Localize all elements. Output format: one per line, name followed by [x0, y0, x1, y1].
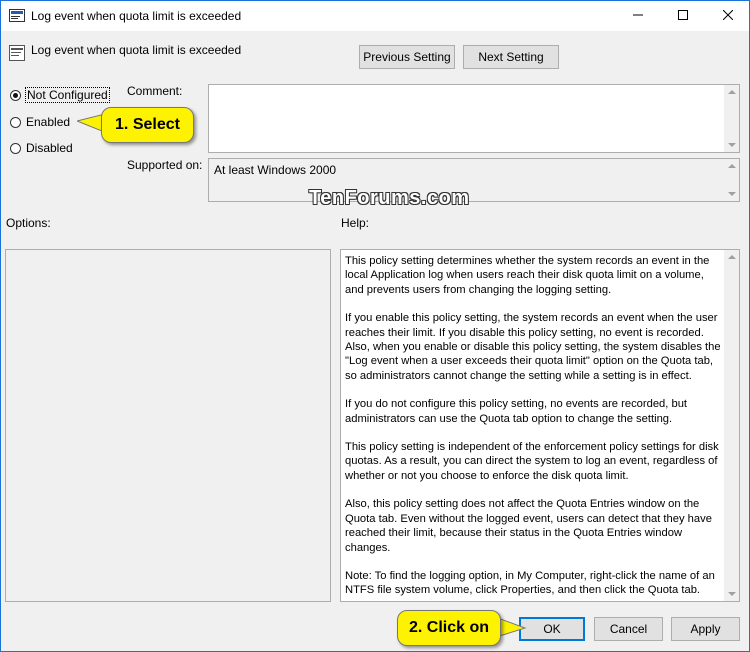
- scroll-up-icon: [728, 255, 736, 259]
- cancel-label: Cancel: [609, 622, 648, 636]
- maximize-button[interactable]: [660, 1, 705, 31]
- window-title: Log event when quota limit is exceeded: [31, 9, 242, 23]
- previous-setting-label: Previous Setting: [363, 50, 451, 64]
- help-label: Help:: [341, 216, 370, 230]
- minimize-button[interactable]: [615, 1, 660, 31]
- options-panel: [5, 249, 331, 602]
- radio-button[interactable]: [10, 142, 21, 154]
- radio-label: Enabled: [26, 115, 71, 129]
- policy-icon: [9, 9, 25, 23]
- watermark: TenForums.com: [309, 187, 470, 209]
- radio-not-configured[interactable]: Not Configured: [10, 87, 110, 103]
- radio-label: Not Configured: [25, 87, 110, 103]
- policy-icon: [9, 45, 25, 61]
- radio-label: Disabled: [26, 141, 73, 155]
- apply-label: Apply: [690, 622, 721, 636]
- help-paragraph: Also, this policy setting does not affec…: [345, 498, 712, 554]
- cancel-button[interactable]: Cancel: [594, 617, 663, 641]
- help-paragraph: If you do not configure this policy sett…: [345, 398, 688, 425]
- close-icon: [722, 9, 733, 23]
- supported-on-field: At least Windows 2000: [208, 158, 740, 202]
- scroll-down-icon: [728, 143, 736, 147]
- help-paragraph: This policy setting determines whether t…: [345, 255, 710, 296]
- help-panel[interactable]: This policy setting determines whether t…: [340, 249, 740, 602]
- ok-label: OK: [543, 622, 561, 636]
- click-callout: 2. Click on: [397, 610, 501, 646]
- close-button[interactable]: [705, 1, 750, 31]
- supported-on-scrollbar[interactable]: [724, 159, 739, 201]
- scroll-down-icon: [728, 592, 736, 596]
- comment-scrollbar[interactable]: [724, 85, 739, 152]
- help-paragraph: This policy setting is independent of th…: [345, 441, 719, 482]
- radio-button[interactable]: [10, 116, 21, 128]
- scroll-down-icon: [728, 192, 736, 196]
- radio-disabled[interactable]: Disabled: [10, 141, 73, 155]
- radio-button[interactable]: [10, 89, 21, 101]
- policy-dialog-window: Log event when quota limit is exceeded L…: [0, 0, 750, 652]
- comment-label: Comment:: [127, 84, 183, 98]
- next-setting-label: Next Setting: [478, 50, 544, 64]
- options-label: Options:: [6, 216, 51, 230]
- title-bar: Log event when quota limit is exceeded: [1, 1, 749, 31]
- next-setting-button[interactable]: Next Setting: [463, 45, 559, 69]
- help-scrollbar[interactable]: [724, 250, 739, 601]
- help-paragraph: Note: To find the logging option, in My …: [345, 569, 715, 597]
- minimize-icon: [632, 9, 643, 23]
- supported-on-label: Supported on:: [127, 158, 203, 172]
- help-text: This policy setting determines whether t…: [341, 250, 739, 598]
- supported-on-value: At least Windows 2000: [214, 163, 337, 177]
- ok-button[interactable]: OK: [519, 617, 585, 641]
- comment-input[interactable]: [208, 84, 740, 153]
- previous-setting-button[interactable]: Previous Setting: [359, 45, 455, 69]
- apply-button[interactable]: Apply: [671, 617, 740, 641]
- select-callout: 1. Select: [101, 107, 194, 143]
- scroll-up-icon: [728, 164, 736, 168]
- help-paragraph: If you enable this policy setting, the s…: [345, 312, 721, 382]
- setting-title: Log event when quota limit is exceeded: [31, 43, 242, 57]
- radio-enabled[interactable]: Enabled: [10, 115, 70, 129]
- maximize-icon: [677, 9, 688, 23]
- scroll-up-icon: [728, 90, 736, 94]
